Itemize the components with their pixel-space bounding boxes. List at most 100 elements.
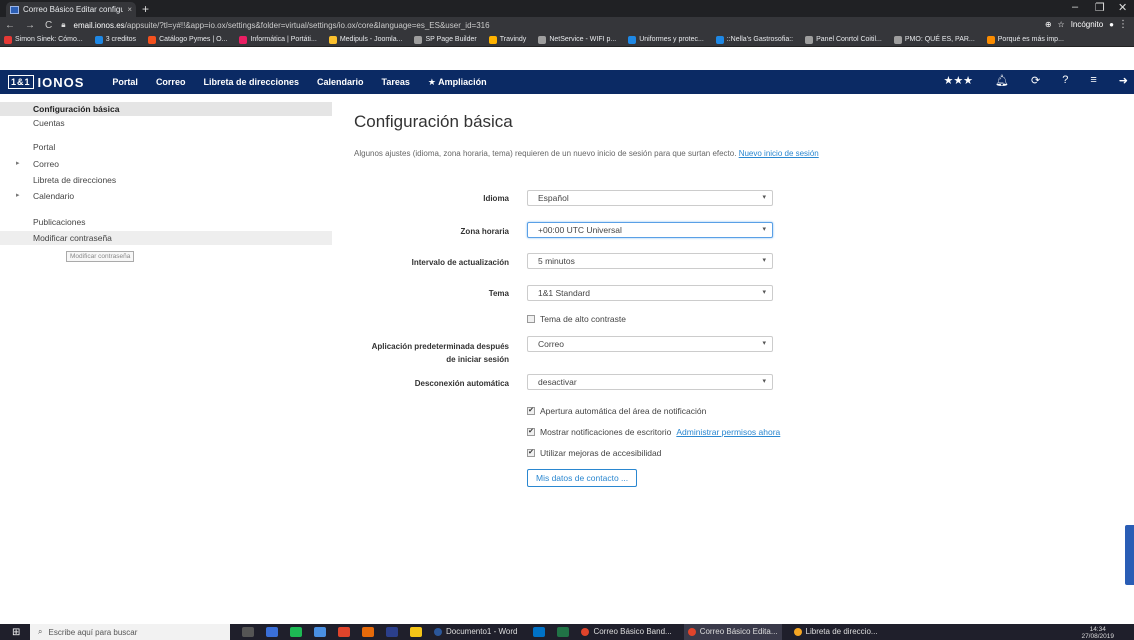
desconexion-label: Desconexión automática — [414, 379, 509, 388]
sidebar-item-correo[interactable]: ▸ Correo — [0, 157, 332, 171]
excel-icon[interactable] — [557, 627, 570, 637]
taskbar-search-field[interactable]: ⌕ Escribe aquí para buscar — [30, 624, 230, 640]
checkbox-box[interactable]: ✔ — [527, 428, 535, 436]
refresh-icon[interactable]: ⟳ — [1031, 74, 1040, 87]
bookmark-item[interactable]: SP Page Builder — [414, 35, 477, 44]
forward-icon[interactable]: → — [20, 20, 40, 31]
files-icon[interactable] — [266, 627, 278, 637]
checkbox-box[interactable]: ✔ — [527, 407, 535, 415]
sidebar-item-calendario[interactable]: ▸ Calendario — [0, 189, 332, 203]
sidebar-item-libreta[interactable]: Libreta de direcciones — [0, 173, 332, 187]
bookmark-favicon-icon — [628, 35, 637, 44]
bookmark-item[interactable]: NetService - WIFI p... — [538, 35, 616, 44]
expand-arrow-icon[interactable]: ▸ — [16, 189, 20, 203]
bookmark-item[interactable]: Panel Conrtol Coitil... — [805, 35, 882, 44]
outlook-icon[interactable] — [533, 627, 546, 637]
sidebar-item-label: Modificar contraseña — [33, 233, 112, 243]
app-icon[interactable] — [314, 627, 326, 637]
app-icon — [793, 628, 802, 636]
clock-time: 14:34 — [1089, 626, 1106, 633]
sidebar-item-modificar-contrasena[interactable]: Modificar contraseña — [0, 231, 332, 245]
photoshop-icon[interactable] — [386, 627, 398, 637]
chrome-icon[interactable] — [338, 627, 350, 637]
bookmark-item[interactable]: Simon Sinek: Cómo... — [4, 35, 83, 44]
bookmark-item[interactable]: Medipuls - Joomla... — [328, 35, 403, 44]
contact-data-button[interactable]: Mis datos de contacto ... — [527, 469, 638, 487]
apertura-checkbox[interactable]: ✔ Apertura automática del área de notific… — [527, 406, 706, 416]
administrar-permisos-link[interactable]: Administrar permisos ahora — [676, 427, 780, 437]
incognito-label: Incógnito — [1070, 20, 1104, 29]
close-tab-icon[interactable]: × — [127, 5, 136, 14]
browser-tab[interactable]: Correo Básico Editar configuració × — [6, 2, 136, 17]
bookmark-favicon-icon — [94, 35, 103, 44]
taskbar-app-correo-band[interactable]: Correo Básico Band... — [577, 624, 675, 640]
close-window-icon[interactable]: ✕ — [1118, 1, 1127, 14]
checkbox-box[interactable]: ✔ — [527, 449, 535, 457]
firefox-icon[interactable] — [362, 627, 374, 637]
nav-libreta[interactable]: Libreta de direcciones — [203, 77, 299, 87]
spotify-icon[interactable] — [290, 627, 302, 637]
task-view-icon[interactable] — [242, 627, 254, 637]
intervalo-select[interactable]: 5 minutos ▾ — [527, 253, 773, 269]
zona-horaria-select[interactable]: +00:00 UTC Universal ▾ — [527, 222, 773, 238]
ionos-logo[interactable]: 1&1 IONOS — [8, 75, 84, 90]
settings-sidebar: Configuración básica Cuentas Portal ▸ Cor… — [0, 102, 332, 624]
menu-icon[interactable]: ≡ — [1090, 74, 1096, 87]
sidebar-item-cuentas[interactable]: Cuentas — [0, 116, 332, 130]
tema-select[interactable]: 1&1 Standard ▾ — [527, 285, 773, 301]
taskbar-app-label: Correo Básico Band... — [593, 627, 672, 636]
url-field[interactable]: email.ionos.es/appsuite/?tl=y#!!&app=io.… — [74, 21, 490, 30]
app-label-line2: de iniciar sesión — [446, 355, 509, 364]
nav-ampliacion[interactable]: ★ Ampliación — [428, 77, 487, 88]
sidebar-item-configuracion-basica[interactable]: Configuración básica — [0, 102, 332, 116]
chevron-down-icon: ▾ — [762, 226, 766, 233]
bookmark-item[interactable]: Travindy — [488, 35, 526, 44]
expand-arrow-icon[interactable]: ▸ — [16, 157, 20, 171]
feedback-tab[interactable] — [1125, 525, 1134, 585]
bookmark-label: Medipuls - Joomla... — [339, 36, 403, 43]
sidebar-item-publicaciones[interactable]: Publicaciones — [0, 215, 332, 229]
explorer-icon[interactable] — [410, 627, 422, 637]
back-icon[interactable]: ← — [0, 20, 20, 31]
bookmark-item[interactable]: 3 creditos — [94, 35, 136, 44]
bookmark-item[interactable]: Catálogo Pymes | O... — [148, 35, 227, 44]
bookmark-item[interactable]: PMO: QUÉ ES, PAR... — [893, 35, 975, 44]
sidebar-item-portal[interactable]: Portal — [0, 140, 332, 154]
bookmark-item[interactable]: Uniformes y protec... — [628, 35, 704, 44]
menu-dots-icon[interactable]: ⋮ — [1118, 19, 1128, 30]
nav-portal[interactable]: Portal — [112, 77, 138, 87]
nav-calendario[interactable]: Calendario — [317, 77, 364, 87]
minimize-icon[interactable]: – — [1072, 1, 1078, 13]
idioma-value: Español — [538, 193, 569, 203]
nav-correo[interactable]: Correo — [156, 77, 186, 87]
notificaciones-checkbox[interactable]: ✔ Mostrar notificaciones de escritorio Adm… — [527, 427, 780, 437]
taskbar-app-word[interactable]: Documento1 - Word — [430, 624, 521, 640]
windows-start-icon[interactable]: ⊞ — [12, 627, 20, 638]
star-icon[interactable]: ☆ — [1058, 20, 1065, 29]
rating-stars[interactable]: ★★★ — [943, 74, 973, 87]
chevron-down-icon: ▾ — [762, 194, 766, 201]
relogin-link[interactable]: Nuevo inicio de sesión — [739, 149, 819, 158]
reload-icon[interactable]: C — [40, 20, 57, 31]
nav-tareas[interactable]: Tareas — [382, 77, 410, 87]
alto-contraste-checkbox[interactable]: Tema de alto contraste — [527, 314, 626, 324]
taskbar-app-libreta[interactable]: Libreta de direccio... — [790, 624, 882, 640]
taskbar-clock[interactable]: 14:34 27/08/2019 — [1081, 626, 1114, 640]
checkbox-box[interactable] — [527, 315, 535, 323]
taskbar-app-correo-edita[interactable]: Correo Básico Edita... — [683, 624, 782, 640]
maximize-icon[interactable]: ❐ — [1095, 1, 1105, 14]
idioma-select[interactable]: Español ▾ — [527, 190, 773, 206]
bell-icon[interactable]: 🔔︎ — [995, 74, 1009, 87]
bookmark-item[interactable]: Informática | Portáti... — [239, 35, 317, 44]
zoom-icon[interactable]: ⊕ — [1045, 20, 1052, 29]
bookmark-item[interactable]: ::Nella's Gastrosofia:: — [715, 35, 793, 44]
new-tab-button[interactable]: + — [142, 2, 149, 16]
accesibilidad-checkbox[interactable]: ✔ Utilizar mejoras de accesibilidad — [527, 448, 661, 458]
logout-icon[interactable]: ➜ — [1119, 74, 1128, 87]
bookmark-item[interactable]: Porqué es más imp... — [986, 35, 1064, 44]
help-icon[interactable]: ? — [1062, 74, 1068, 87]
bookmark-label: Informática | Portáti... — [250, 36, 317, 43]
app-predeterminada-select[interactable]: Correo ▾ — [527, 336, 773, 352]
search-icon: ⌕ — [38, 627, 43, 636]
desconexion-select[interactable]: desactivar ▾ — [527, 374, 773, 390]
